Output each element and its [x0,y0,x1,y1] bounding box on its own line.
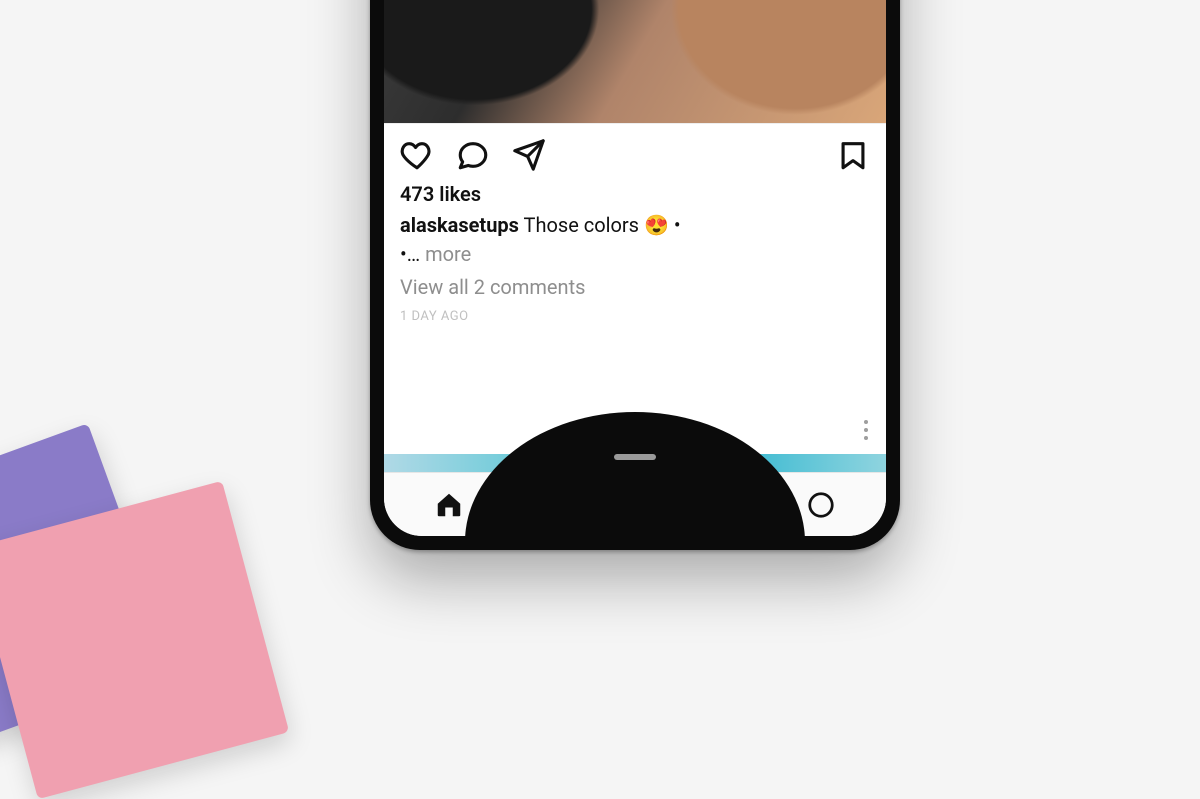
more-link[interactable]: more [425,242,471,266]
profile-icon [806,490,836,520]
post-actions [384,124,886,180]
bookmark-icon [836,138,870,172]
home-indicator[interactable] [614,454,656,460]
post-image[interactable] [384,0,886,124]
share-button[interactable] [512,138,546,172]
view-comments-link[interactable]: View all 2 comments [400,273,870,302]
like-button[interactable] [400,138,434,172]
phone-device: 473 likes alaskasetups Those colors 😍 • … [370,0,900,550]
caption-text: Those colors 😍 • [524,213,681,237]
comment-icon [456,138,490,172]
overflow-menu-button[interactable] [864,420,868,440]
post-caption-line2[interactable]: •… more [400,240,870,269]
comment-button[interactable] [456,138,490,172]
device-chin-notch [465,412,805,536]
book-pink [0,481,289,799]
caption-line2-prefix: •… [400,242,425,266]
likes-count[interactable]: 473 likes [400,180,870,209]
post-timestamp: 1 DAY AGO [400,308,870,327]
heart-icon [400,138,434,172]
home-icon [434,490,464,520]
share-icon [512,138,546,172]
post-caption[interactable]: alaskasetups Those colors 😍 • [400,211,870,240]
nav-home[interactable] [432,488,466,522]
nav-profile[interactable] [804,488,838,522]
save-button[interactable] [836,138,870,172]
post-meta: 473 likes alaskasetups Those colors 😍 • … [384,180,886,339]
phone-screen: 473 likes alaskasetups Those colors 😍 • … [384,0,886,536]
post-username[interactable]: alaskasetups [400,213,519,237]
